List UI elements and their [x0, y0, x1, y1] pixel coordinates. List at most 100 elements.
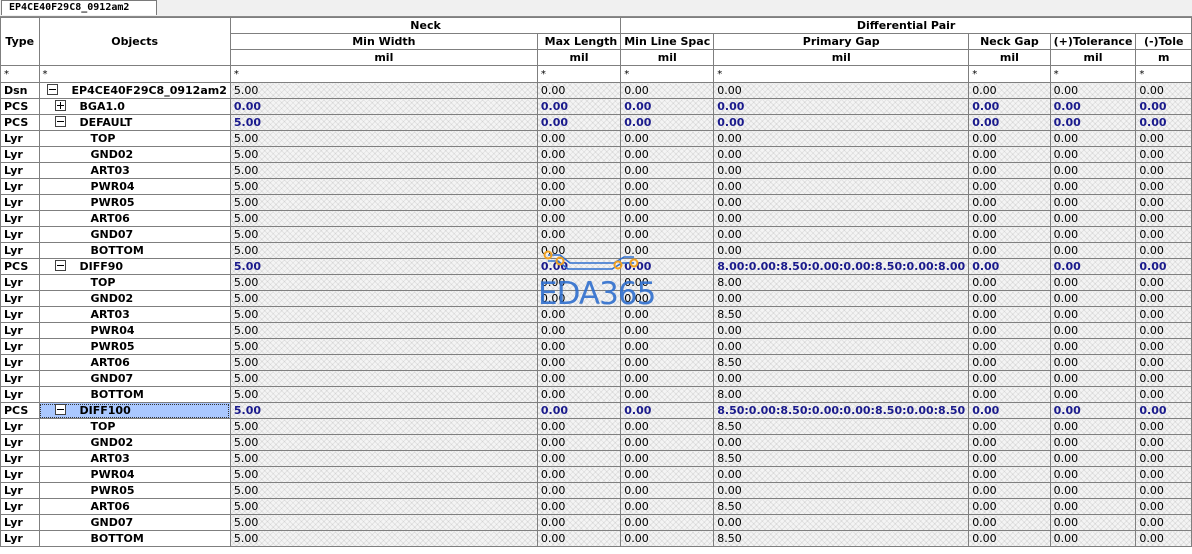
cell-neck-gap[interactable]: 0.00	[968, 162, 1051, 179]
row-object[interactable]: DEFAULT	[38, 114, 231, 131]
cell-neck-gap[interactable]: 0.00	[968, 338, 1051, 355]
row-object[interactable]: PWR05	[38, 194, 231, 211]
cell-minus-tolerance[interactable]: 0.00	[1135, 162, 1192, 179]
cell-primary-gap[interactable]: 0.00	[713, 98, 970, 115]
cell-min-width[interactable]: 5.00	[229, 354, 538, 371]
cell-minus-tolerance[interactable]: 0.00	[1135, 322, 1192, 339]
cell-neck-gap[interactable]: 0.00	[968, 82, 1051, 99]
cell-plus-tolerance[interactable]: 0.00	[1049, 402, 1137, 419]
collapse-icon[interactable]	[46, 84, 58, 95]
cell-min-width[interactable]: 5.00	[229, 418, 538, 435]
cell-primary-gap[interactable]: 0.00	[713, 146, 970, 163]
cell-minus-tolerance[interactable]: 0.00	[1135, 98, 1192, 115]
table-row[interactable]: Lyr ART03 5.00 0.00 0.00 0.00 0.00 0.00 0.00	[0, 162, 1192, 179]
cell-neck-gap[interactable]: 0.00	[968, 98, 1051, 115]
cell-min-line-spacing[interactable]: 0.00	[620, 530, 715, 547]
cell-minus-tolerance[interactable]: 0.00	[1135, 306, 1192, 323]
table-row[interactable]: Lyr PWR05 5.00 0.00 0.00 0.00 0.00 0.00 0.00	[0, 338, 1192, 355]
cell-plus-tolerance[interactable]: 0.00	[1049, 98, 1137, 115]
cell-min-width[interactable]: 5.00	[229, 162, 538, 179]
cell-plus-tolerance[interactable]: 0.00	[1049, 354, 1137, 371]
cell-plus-tolerance[interactable]: 0.00	[1049, 82, 1137, 99]
cell-plus-tolerance[interactable]: 0.00	[1049, 114, 1137, 131]
cell-neck-gap[interactable]: 0.00	[968, 418, 1051, 435]
cell-minus-tolerance[interactable]: 0.00	[1135, 82, 1192, 99]
cell-minus-tolerance[interactable]: 0.00	[1135, 242, 1192, 259]
cell-min-line-spacing[interactable]: 0.00	[620, 162, 715, 179]
filter-plus-tolerance[interactable]: *	[1049, 65, 1137, 83]
cell-primary-gap[interactable]: 0.00	[713, 370, 970, 387]
col-header-plus-tolerance[interactable]: (+)Tolerance	[1049, 33, 1137, 50]
cell-min-line-spacing[interactable]: 0.00	[620, 258, 715, 275]
cell-primary-gap[interactable]: 0.00	[713, 82, 970, 99]
row-object[interactable]: GND02	[38, 434, 231, 451]
row-object[interactable]: TOP	[38, 418, 231, 435]
cell-plus-tolerance[interactable]: 0.00	[1049, 210, 1137, 227]
cell-minus-tolerance[interactable]: 0.00	[1135, 466, 1192, 483]
filter-min-width[interactable]: *	[229, 65, 538, 83]
cell-minus-tolerance[interactable]: 0.00	[1135, 514, 1192, 531]
cell-neck-gap[interactable]: 0.00	[968, 226, 1051, 243]
row-object[interactable]: GND07	[38, 370, 231, 387]
cell-min-line-spacing[interactable]: 0.00	[620, 290, 715, 307]
table-row[interactable]: Lyr GND07 5.00 0.00 0.00 0.00 0.00 0.00 0.00	[0, 226, 1192, 243]
cell-neck-gap[interactable]: 0.00	[968, 402, 1051, 419]
cell-plus-tolerance[interactable]: 0.00	[1049, 178, 1137, 195]
cell-max-length[interactable]: 0.00	[536, 514, 622, 531]
cell-neck-gap[interactable]: 0.00	[968, 258, 1051, 275]
cell-max-length[interactable]: 0.00	[536, 418, 622, 435]
table-row[interactable]: Lyr GND02 5.00 0.00 0.00 0.00 0.00 0.00 0.00	[0, 434, 1192, 451]
table-row[interactable]: Lyr GND02 5.00 0.00 0.00 0.00 0.00 0.00 0.00	[0, 146, 1192, 163]
cell-max-length[interactable]: 0.00	[536, 114, 622, 131]
cell-min-width[interactable]: 5.00	[229, 482, 538, 499]
table-row[interactable]: PCS DIFF100 5.00 0.00 0.00 8.50:0.00:8.50:0.0…	[0, 402, 1192, 419]
cell-max-length[interactable]: 0.00	[536, 370, 622, 387]
cell-minus-tolerance[interactable]: 0.00	[1135, 370, 1192, 387]
cell-min-width[interactable]: 5.00	[229, 258, 538, 275]
row-object[interactable]: BOTTOM	[38, 386, 231, 403]
row-object[interactable]: PWR05	[38, 338, 231, 355]
cell-max-length[interactable]: 0.00	[536, 322, 622, 339]
cell-minus-tolerance[interactable]: 0.00	[1135, 210, 1192, 227]
cell-primary-gap[interactable]: 8.50	[713, 530, 970, 547]
cell-primary-gap[interactable]: 0.00	[713, 226, 970, 243]
table-row[interactable]: PCS DEFAULT 5.00 0.00 0.00 0.00 0.00 0.00 0.00	[0, 114, 1192, 131]
cell-max-length[interactable]: 0.00	[536, 82, 622, 99]
cell-min-line-spacing[interactable]: 0.00	[620, 82, 715, 99]
cell-min-width[interactable]: 5.00	[229, 194, 538, 211]
cell-min-line-spacing[interactable]: 0.00	[620, 354, 715, 371]
cell-min-line-spacing[interactable]: 0.00	[620, 402, 715, 419]
collapse-icon[interactable]	[54, 260, 66, 271]
cell-minus-tolerance[interactable]: 0.00	[1135, 258, 1192, 275]
table-row[interactable]: Lyr TOP 5.00 0.00 0.00 0.00 0.00 0.00 0.00	[0, 130, 1192, 147]
cell-neck-gap[interactable]: 0.00	[968, 274, 1051, 291]
cell-minus-tolerance[interactable]: 0.00	[1135, 434, 1192, 451]
cell-max-length[interactable]: 0.00	[536, 434, 622, 451]
cell-plus-tolerance[interactable]: 0.00	[1049, 274, 1137, 291]
cell-neck-gap[interactable]: 0.00	[968, 466, 1051, 483]
cell-plus-tolerance[interactable]: 0.00	[1049, 450, 1137, 467]
cell-primary-gap[interactable]: 8.50	[713, 418, 970, 435]
row-object[interactable]: ART06	[38, 210, 231, 227]
cell-min-line-spacing[interactable]: 0.00	[620, 274, 715, 291]
cell-min-width[interactable]: 5.00	[229, 530, 538, 547]
tab-design[interactable]: EP4CE40F29C8_0912am2	[1, 0, 157, 15]
cell-max-length[interactable]: 0.00	[536, 226, 622, 243]
cell-plus-tolerance[interactable]: 0.00	[1049, 370, 1137, 387]
cell-neck-gap[interactable]: 0.00	[968, 114, 1051, 131]
row-object[interactable]: PWR04	[38, 466, 231, 483]
cell-plus-tolerance[interactable]: 0.00	[1049, 338, 1137, 355]
cell-min-line-spacing[interactable]: 0.00	[620, 450, 715, 467]
cell-min-width[interactable]: 5.00	[229, 242, 538, 259]
col-header-minus-tolerance[interactable]: (-)Tole	[1135, 33, 1192, 50]
cell-primary-gap[interactable]: 8.50:0.00:8.50:0.00:0.00:8.50:0.00:8.50	[713, 402, 970, 419]
cell-minus-tolerance[interactable]: 0.00	[1135, 274, 1192, 291]
cell-min-line-spacing[interactable]: 0.00	[620, 498, 715, 515]
cell-min-line-spacing[interactable]: 0.00	[620, 114, 715, 131]
cell-minus-tolerance[interactable]: 0.00	[1135, 226, 1192, 243]
table-row[interactable]: Lyr PWR04 5.00 0.00 0.00 0.00 0.00 0.00 0.00	[0, 322, 1192, 339]
row-object[interactable]: GND07	[38, 226, 231, 243]
cell-min-width[interactable]: 5.00	[229, 226, 538, 243]
cell-neck-gap[interactable]: 0.00	[968, 434, 1051, 451]
cell-min-width[interactable]: 5.00	[229, 498, 538, 515]
